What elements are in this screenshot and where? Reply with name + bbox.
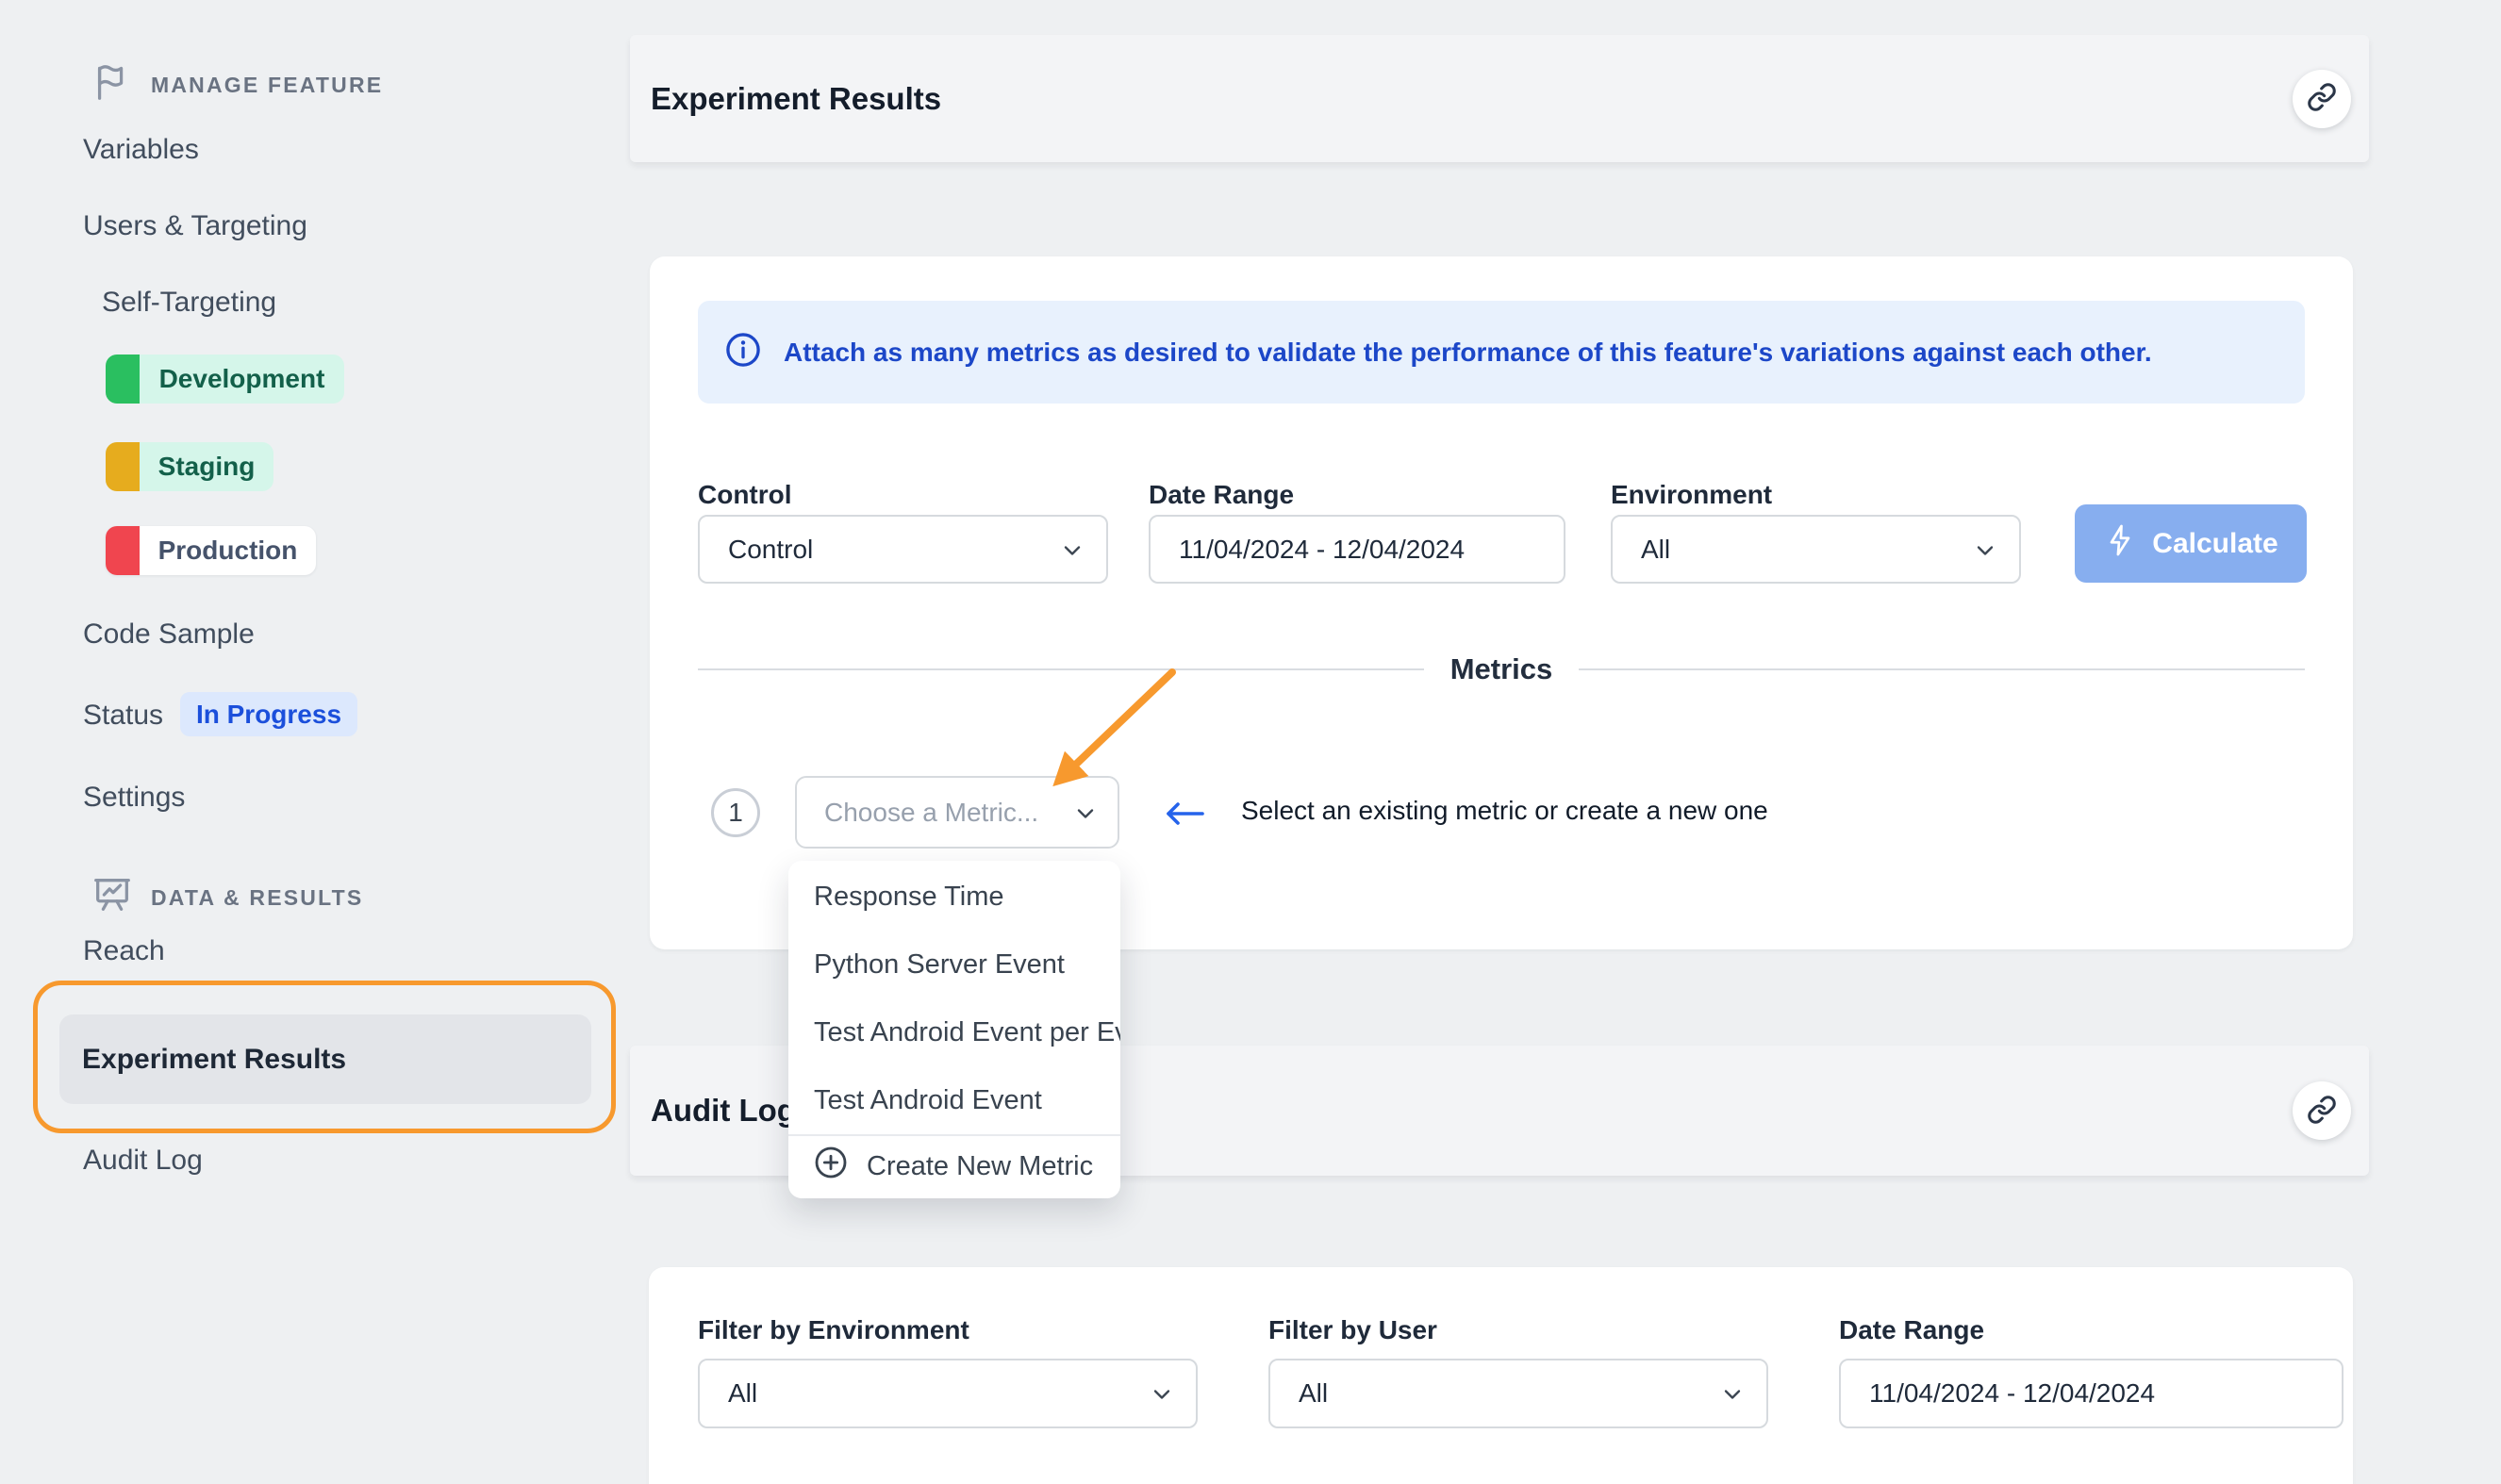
sidebar-item-status[interactable]: Status (83, 699, 163, 733)
metric-dropdown-menu: Response Time Python Server Event Test A… (788, 861, 1120, 1198)
info-alert: Attach as many metrics as desired to val… (698, 301, 2305, 404)
staging-color-bar (106, 442, 140, 491)
info-icon (723, 330, 763, 374)
menu-item-python-server-event[interactable]: Python Server Event (788, 931, 1120, 998)
chevron-down-icon (1072, 800, 1099, 832)
alert-text: Attach as many metrics as desired to val… (784, 338, 2152, 368)
sidebar-item-self-targeting[interactable]: Self-Targeting (102, 286, 276, 320)
control-select[interactable]: Control (698, 515, 1108, 584)
date-range-value: 11/04/2024 - 12/04/2024 (1179, 535, 1465, 565)
development-color-bar (106, 355, 140, 404)
choose-metric-dropdown[interactable]: Choose a Metric... (795, 776, 1119, 849)
copy-link-button[interactable] (2293, 1081, 2351, 1140)
metric-row-number: 1 (711, 788, 760, 837)
sidebar-item-variables[interactable]: Variables (83, 133, 199, 167)
sidebar-item-reach[interactable]: Reach (83, 934, 165, 968)
sidebar-item-audit-log[interactable]: Audit Log (83, 1144, 203, 1178)
filter-environment-value: All (728, 1378, 757, 1409)
filter-user-value: All (1299, 1378, 1328, 1409)
environment-label: Environment (1611, 479, 1772, 511)
data-results-label: DATA & RESULTS (151, 885, 363, 911)
lightning-bolt-icon (2103, 523, 2137, 565)
filter-user-label: Filter by User (1268, 1314, 1437, 1346)
sidebar-item-settings[interactable]: Settings (83, 781, 185, 815)
chevron-down-icon (1719, 1381, 1746, 1412)
filter-environment-select[interactable]: All (698, 1359, 1198, 1428)
audit-log-title: Audit Log (651, 1093, 796, 1129)
divider-line (1579, 668, 2305, 670)
control-label: Control (698, 479, 792, 511)
chevron-down-icon (1149, 1381, 1175, 1412)
date-range-label: Date Range (1149, 479, 1294, 511)
chevron-down-icon (1972, 537, 1998, 569)
page-title: Experiment Results (651, 81, 941, 117)
environment-select[interactable]: All (1611, 515, 2021, 584)
link-icon (2307, 1095, 2337, 1128)
create-new-metric-item[interactable]: Create New Metric (788, 1134, 1120, 1196)
menu-item-test-android-event[interactable]: Test Android Event (788, 1066, 1120, 1134)
filter-environment-label: Filter by Environment (698, 1314, 969, 1346)
link-icon (2307, 82, 2337, 115)
date-range-input[interactable]: 11/04/2024 - 12/04/2024 (1149, 515, 1565, 584)
status-badge: In Progress (180, 692, 357, 736)
audit-date-range-value: 11/04/2024 - 12/04/2024 (1869, 1378, 2155, 1409)
audit-log-card: Filter by Environment Filter by User Dat… (649, 1267, 2353, 1484)
sidebar-item-experiment-results[interactable]: Experiment Results (59, 1014, 591, 1104)
environment-badge-staging[interactable]: Staging (106, 442, 273, 491)
choose-metric-placeholder: Choose a Metric... (824, 798, 1038, 828)
environment-badge-development[interactable]: Development (106, 355, 344, 404)
calculate-button[interactable]: Calculate (2075, 504, 2307, 583)
menu-item-response-time[interactable]: Response Time (788, 863, 1120, 931)
filter-user-select[interactable]: All (1268, 1359, 1768, 1428)
chevron-down-icon (1059, 537, 1085, 569)
audit-date-range-input[interactable]: 11/04/2024 - 12/04/2024 (1839, 1359, 2344, 1428)
plus-circle-icon (812, 1144, 850, 1189)
left-arrow-icon (1162, 799, 1205, 833)
feature-page: MANAGE FEATURE Variables Users & Targeti… (0, 0, 2501, 1484)
control-select-value: Control (728, 535, 813, 565)
sidebar-item-users-targeting[interactable]: Users & Targeting (83, 209, 307, 243)
environment-badge-label: Production (140, 526, 316, 575)
environment-badge-label: Development (140, 355, 344, 404)
environment-select-value: All (1641, 535, 1670, 565)
environment-badge-label: Staging (140, 442, 273, 491)
manage-feature-section: MANAGE FEATURE (91, 63, 383, 107)
create-new-metric-label: Create New Metric (867, 1151, 1093, 1182)
metrics-divider: Metrics (698, 651, 2305, 688)
environment-badge-production[interactable]: Production (106, 526, 316, 575)
sidebar-item-code-sample[interactable]: Code Sample (83, 618, 255, 651)
copy-link-button[interactable] (2293, 70, 2351, 128)
experiment-results-header-bar: Experiment Results (630, 35, 2369, 162)
metrics-heading: Metrics (1450, 652, 1553, 686)
menu-item-test-android-event-per-ev[interactable]: Test Android Event per Ev (788, 998, 1120, 1066)
flag-icon (91, 60, 134, 109)
experiment-results-card: Attach as many metrics as desired to val… (650, 256, 2353, 949)
presentation-chart-icon (91, 873, 134, 922)
production-color-bar (106, 526, 140, 575)
calculate-label: Calculate (2152, 528, 2277, 560)
metric-helper-text: Select an existing metric or create a ne… (1241, 794, 1768, 828)
data-results-section: DATA & RESULTS (91, 876, 363, 919)
audit-date-range-label: Date Range (1839, 1314, 1984, 1346)
divider-line (698, 668, 1424, 670)
manage-feature-label: MANAGE FEATURE (151, 73, 383, 98)
